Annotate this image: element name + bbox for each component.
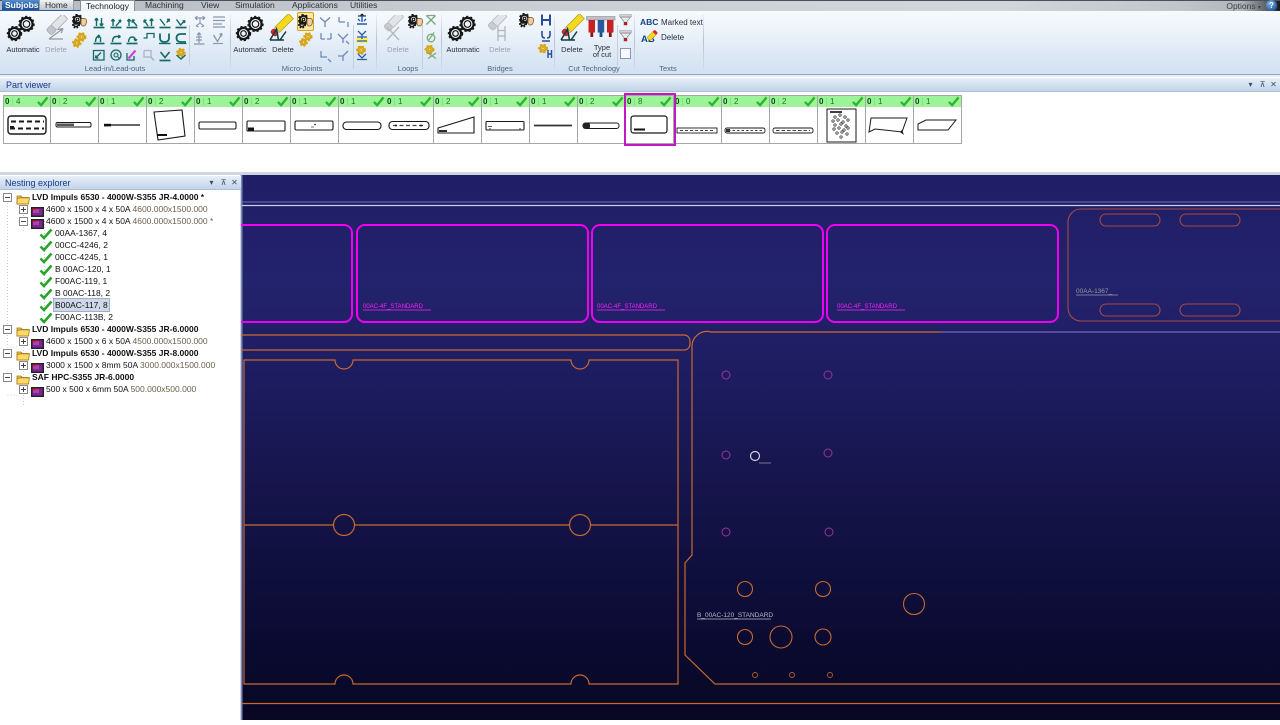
svg-text:B_00AC-120_STANDARD: B_00AC-120_STANDARD (697, 612, 773, 619)
svg-text:00AA-1367_: 00AA-1367_ (1076, 288, 1113, 295)
svg-text:00AC-4F_STANDARD: 00AC-4F_STANDARD (363, 304, 424, 310)
svg-text:00AC-4F_STANDARD: 00AC-4F_STANDARD (837, 304, 898, 310)
svg-text:00AC-4F_STANDARD: 00AC-4F_STANDARD (597, 304, 658, 310)
